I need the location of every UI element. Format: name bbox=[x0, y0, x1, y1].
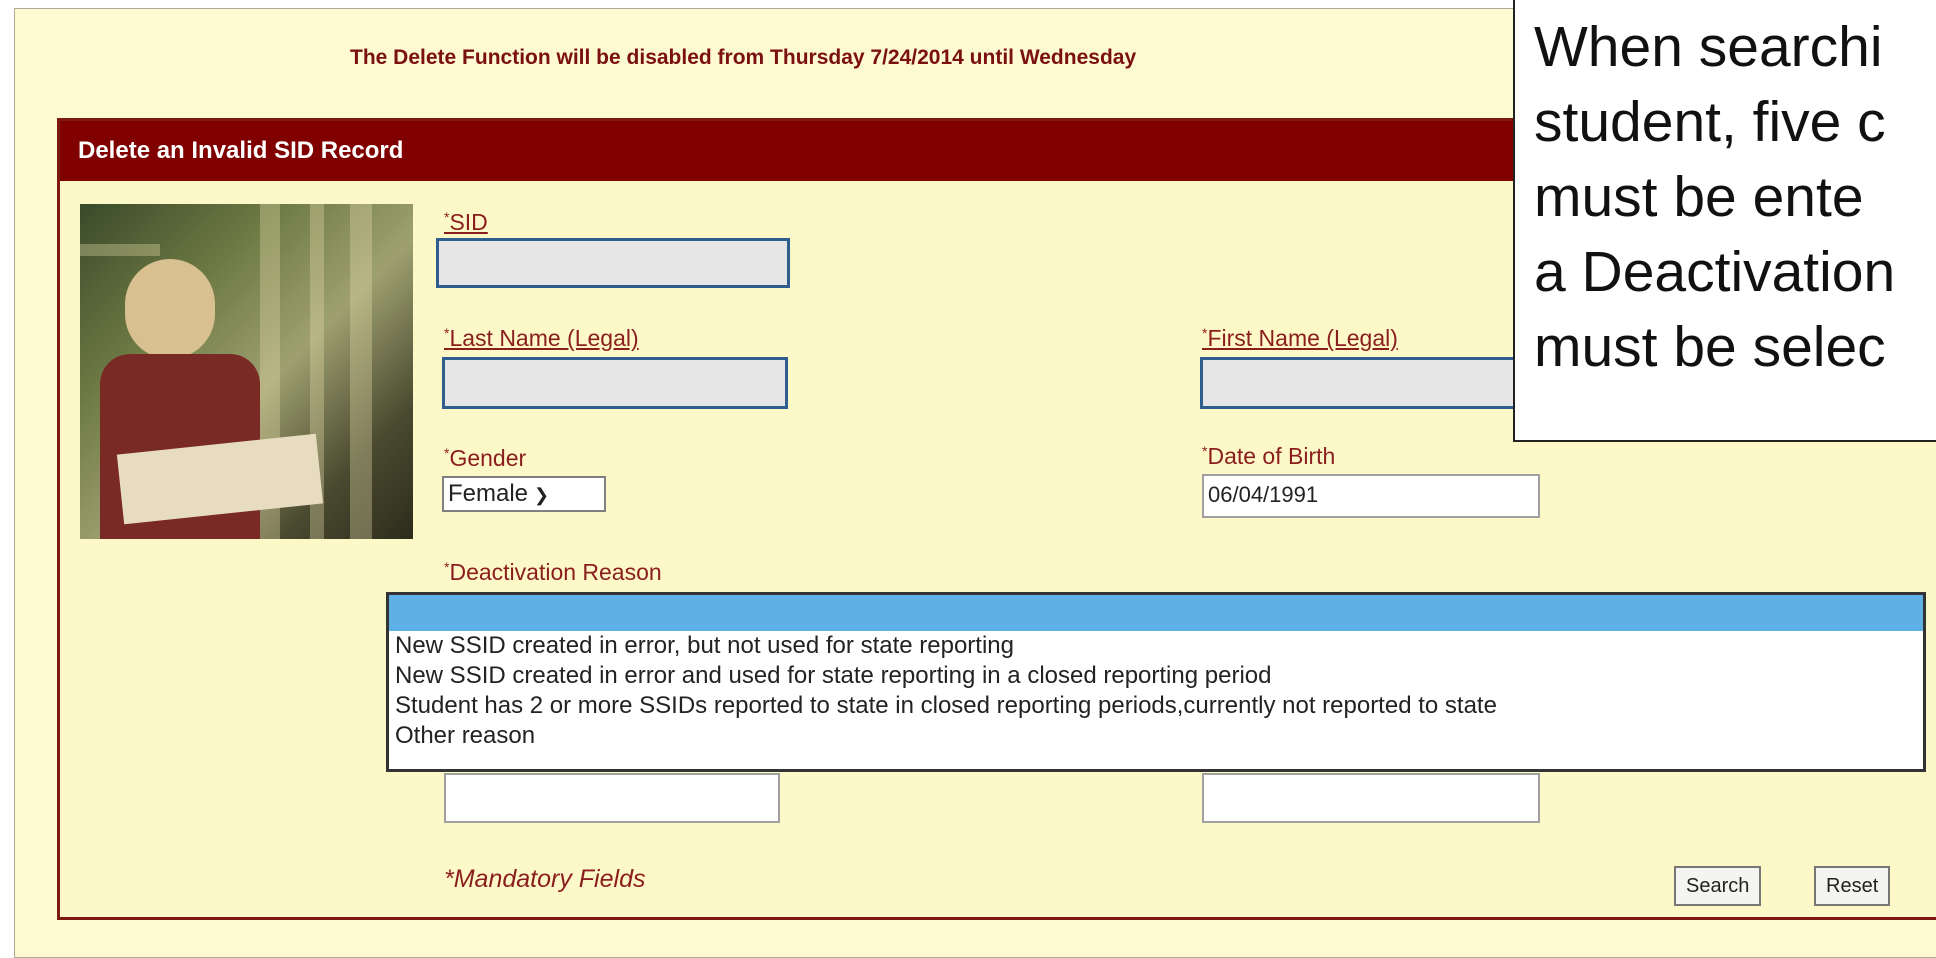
deactivation-reason-list[interactable]: New SSID created in error, but not used … bbox=[386, 592, 1926, 772]
hidden-input-left[interactable] bbox=[444, 773, 780, 823]
sid-input[interactable] bbox=[436, 238, 790, 288]
hidden-input-right[interactable] bbox=[1202, 773, 1540, 823]
sid-label: *SID bbox=[444, 209, 488, 235]
callout-line: a Deactivation bbox=[1534, 240, 1896, 304]
list-item[interactable]: New SSID created in error, but not used … bbox=[389, 631, 1923, 661]
last-name-label: *Last Name (Legal) bbox=[444, 325, 639, 351]
callout-line: student, five c bbox=[1534, 90, 1886, 154]
list-item[interactable]: Student has 2 or more SSIDs reported to … bbox=[389, 691, 1923, 721]
list-item-selected-blank[interactable] bbox=[389, 595, 1923, 631]
gender-label: *Gender bbox=[444, 445, 527, 471]
deactivation-label: *Deactivation Reason bbox=[444, 559, 662, 585]
first-name-label: *First Name (Legal) bbox=[1202, 325, 1398, 351]
chevron-down-icon: ❯ bbox=[534, 485, 550, 505]
dob-input[interactable]: 06/04/1991 bbox=[1202, 474, 1540, 518]
callout-line: When searchi bbox=[1534, 15, 1883, 79]
search-button[interactable]: Search bbox=[1674, 866, 1762, 906]
reset-button[interactable]: Reset bbox=[1814, 866, 1891, 906]
disable-notice: The Delete Function will be disabled fro… bbox=[350, 46, 1137, 69]
callout-line: must be ente bbox=[1534, 165, 1864, 229]
list-item[interactable]: New SSID created in error and used for s… bbox=[389, 661, 1923, 691]
mandatory-fields-note: *Mandatory Fields bbox=[444, 865, 646, 893]
last-name-input[interactable] bbox=[442, 357, 788, 409]
gender-select[interactable]: Female ❯ bbox=[442, 476, 606, 512]
dob-label: *Date of Birth bbox=[1202, 443, 1336, 469]
list-item[interactable]: Other reason bbox=[389, 721, 1923, 751]
student-photo bbox=[80, 204, 413, 539]
panel-title: Delete an Invalid SID Record bbox=[78, 137, 404, 164]
instruction-callout: When searchi student, five c must be ent… bbox=[1513, 0, 1936, 442]
callout-line: must be selec bbox=[1534, 315, 1886, 379]
